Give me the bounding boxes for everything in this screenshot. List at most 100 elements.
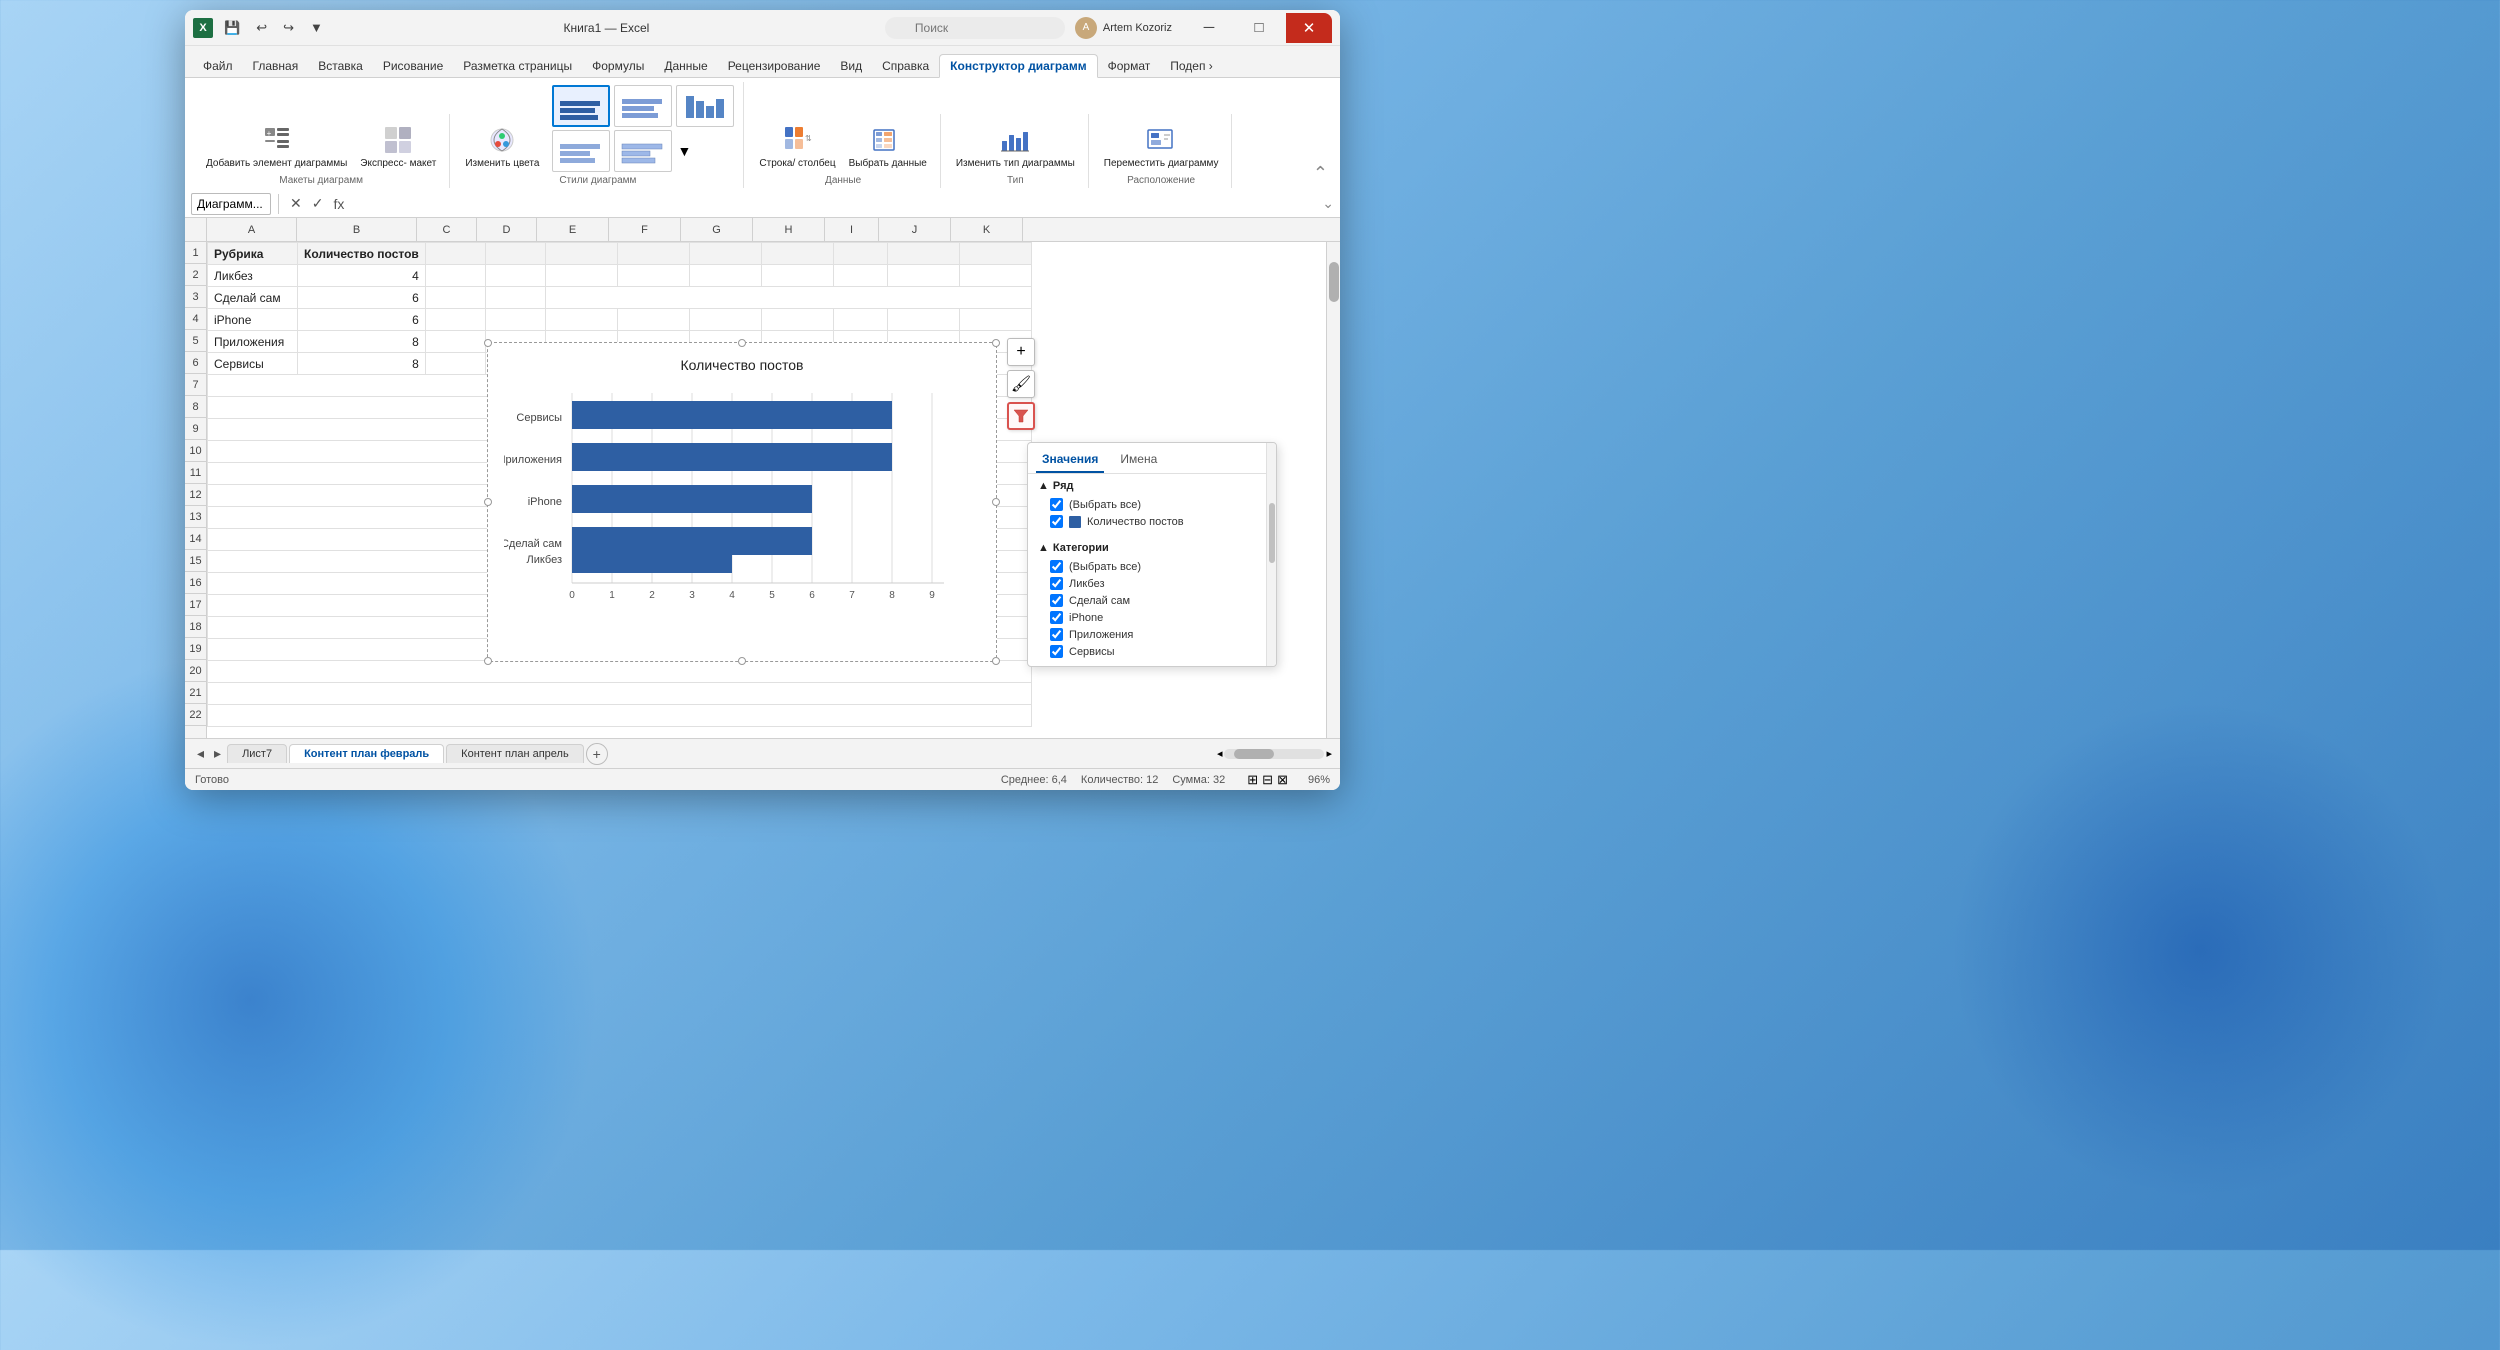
row-num-4[interactable]: 4 [185,308,206,330]
row-num-18[interactable]: 18 [185,616,206,638]
tab-more[interactable]: Подеп › [1160,55,1223,77]
filter-tab-values[interactable]: Значения [1036,449,1104,473]
row-num-22[interactable]: 22 [185,704,206,726]
h-scroll-right[interactable]: ▸ [1326,747,1332,760]
col-header-d[interactable]: D [477,218,537,241]
sheet-tab-apr[interactable]: Контент план апрель [446,744,584,763]
row-num-3[interactable]: 3 [185,286,206,308]
row-num-20[interactable]: 20 [185,660,206,682]
cell-c5[interactable] [425,331,485,353]
col-header-h[interactable]: H [753,218,825,241]
filter-checkbox-sdelai-sam[interactable] [1050,594,1063,607]
add-element-button[interactable]: + Добавить элемент диаграммы [201,121,352,173]
page-layout-view-button[interactable]: ⊟ [1262,772,1273,788]
formula-input[interactable] [352,193,1318,215]
tab-chart-designer[interactable]: Конструктор диаграмм [939,54,1097,78]
tab-page-layout[interactable]: Разметка страницы [453,55,582,77]
cell-d1[interactable] [485,243,545,265]
cell-d4[interactable] [485,309,545,331]
cell-k1[interactable] [959,243,1031,265]
row-num-1[interactable]: 1 [185,242,206,264]
tab-help[interactable]: Справка [872,55,939,77]
resize-handle-tl[interactable] [484,339,492,347]
cell-k2[interactable] [959,265,1031,287]
formula-expand-button[interactable]: ⌄ [1322,195,1334,212]
cell-a1[interactable]: Рубрика [208,243,298,265]
h-scrollbar-thumb[interactable] [1234,749,1274,759]
resize-handle-tr[interactable] [992,339,1000,347]
cell-c3[interactable] [425,287,485,309]
cell-j1[interactable] [887,243,959,265]
add-sheet-button[interactable]: + [586,743,608,765]
row-num-17[interactable]: 17 [185,594,206,616]
filter-checkbox-iphone[interactable] [1050,611,1063,624]
tab-draw[interactable]: Рисование [373,55,453,77]
scrollbar-thumb-v[interactable] [1329,262,1339,302]
cell-d2[interactable] [485,265,545,287]
cell-i2[interactable] [833,265,887,287]
cell-a6[interactable]: Сервисы [208,353,298,375]
col-header-c[interactable]: C [417,218,477,241]
cell-i4[interactable] [833,309,887,331]
tab-view[interactable]: Вид [830,55,872,77]
change-colors-button[interactable]: Изменить цвета [460,121,544,173]
row-num-11[interactable]: 11 [185,462,206,484]
cell-d3[interactable] [485,287,545,309]
filter-checkbox-select-all-cat[interactable] [1050,560,1063,573]
tab-format[interactable]: Формат [1098,55,1161,77]
chart-style-3[interactable] [676,85,734,127]
normal-view-button[interactable]: ⊞ [1247,772,1258,788]
resize-handle-top[interactable] [738,339,746,347]
cell-e2[interactable] [545,265,617,287]
resize-handle-bottom[interactable] [738,657,746,665]
cell-row22[interactable] [208,705,1032,727]
filter-checkbox-select-all-row[interactable] [1050,498,1063,511]
col-header-g[interactable]: G [681,218,753,241]
cell-a4[interactable]: iPhone [208,309,298,331]
cell-c6[interactable] [425,353,485,375]
tab-review[interactable]: Рецензирование [718,55,831,77]
chart-style-2[interactable] [614,85,672,127]
tab-data[interactable]: Данные [654,55,717,77]
cell-j2[interactable] [887,265,959,287]
row-num-8[interactable]: 8 [185,396,206,418]
col-header-f[interactable]: F [609,218,681,241]
row-num-14[interactable]: 14 [185,528,206,550]
cell-h1[interactable] [761,243,833,265]
row-num-21[interactable]: 21 [185,682,206,704]
filter-checkbox-servisy[interactable] [1050,645,1063,658]
cell-k4[interactable] [959,309,1031,331]
chart-style-4[interactable] [552,130,610,172]
row-num-10[interactable]: 10 [185,440,206,462]
filter-section-categories-header[interactable]: ▲ Категории [1038,542,1266,554]
h-scrollbar-track[interactable] [1224,749,1324,759]
cancel-formula-button[interactable]: ✕ [286,193,306,214]
resize-handle-bl[interactable] [484,657,492,665]
search-input[interactable] [885,17,1065,39]
tab-formulas[interactable]: Формулы [582,55,654,77]
cell-b6[interactable]: 8 [298,353,426,375]
save-button[interactable]: 💾 [219,17,245,39]
tab-insert[interactable]: Вставка [308,55,373,77]
cell-b5[interactable]: 8 [298,331,426,353]
select-data-button[interactable]: Выбрать данные [844,121,932,173]
cell-e1[interactable] [545,243,617,265]
cell-g4[interactable] [689,309,761,331]
row-col-button[interactable]: ⇅ Строка/ столбец [754,121,840,173]
cell-i1[interactable] [833,243,887,265]
cell-g1[interactable] [689,243,761,265]
resize-handle-left[interactable] [484,498,492,506]
cell-b3[interactable]: 6 [298,287,426,309]
h-scroll-left[interactable]: ◂ [1217,747,1223,760]
chart-style-5[interactable] [614,130,672,172]
sheet-tab-feb[interactable]: Контент план февраль [289,744,444,763]
cell-h2[interactable] [761,265,833,287]
row-num-19[interactable]: 19 [185,638,206,660]
cell-c4[interactable] [425,309,485,331]
cell-c2[interactable] [425,265,485,287]
cell-a2[interactable]: Ликбез [208,265,298,287]
filter-section-row-header[interactable]: ▲ Ряд [1038,480,1266,492]
cell-f1[interactable] [617,243,689,265]
filter-scrollbar-thumb[interactable] [1269,503,1275,563]
chart-style-1[interactable] [552,85,610,127]
